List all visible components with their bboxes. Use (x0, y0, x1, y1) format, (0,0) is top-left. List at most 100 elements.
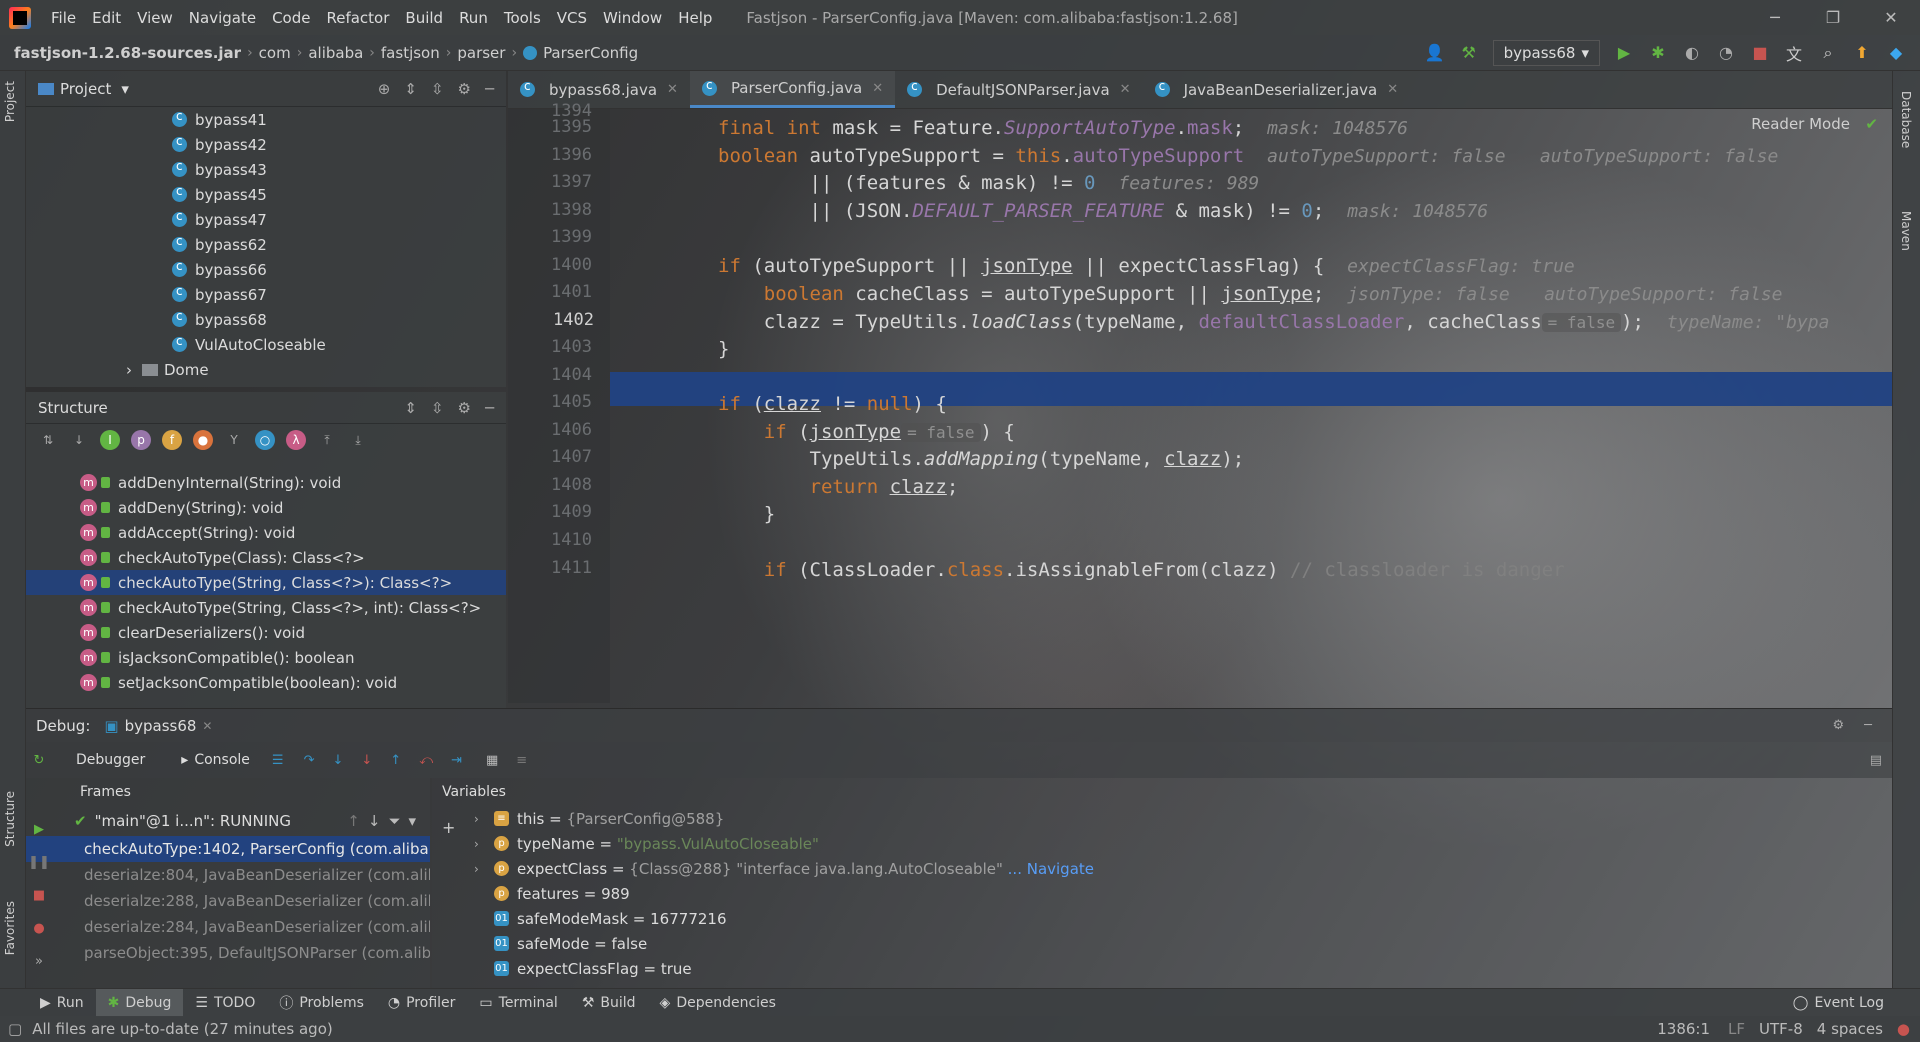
reader-mode-toggle[interactable]: Reader Mode (1751, 115, 1850, 133)
gear-icon[interactable]: ⚙ (458, 399, 471, 417)
tree-item[interactable]: bypass47 (172, 207, 506, 232)
show-execution-point-icon[interactable]: ☰ (272, 753, 284, 768)
file-encoding[interactable]: UTF-8 (1759, 1020, 1803, 1038)
tab-console[interactable]: ▸ Console (181, 752, 250, 768)
method-item[interactable]: m checkAutoType(Class): Class<?> (80, 545, 506, 570)
pause-icon[interactable]: ❚❚ (28, 855, 50, 870)
variable-row[interactable]: p features = 989 (432, 881, 1892, 906)
toolbox-icon[interactable]: ◆ (1886, 43, 1906, 62)
stop-icon[interactable]: ■ (1750, 43, 1770, 62)
method-item[interactable]: m addDenyInternal(String): void (80, 470, 506, 495)
profiler-tool-button[interactable]: ◔ Profiler (376, 989, 468, 1017)
menu-navigate[interactable]: Navigate (181, 9, 264, 27)
hide-icon[interactable]: ─ (485, 80, 494, 98)
debug-tool-button[interactable]: ✱ Debug (95, 988, 184, 1017)
menu-edit[interactable]: Edit (84, 9, 129, 27)
gear-icon[interactable]: ⚙ (458, 80, 471, 98)
tree-item[interactable]: bypass66 (172, 257, 506, 282)
layout-icon[interactable]: ▤ (1870, 753, 1882, 768)
force-step-into-icon[interactable]: ↓ (361, 753, 372, 768)
debug-session-tab[interactable]: ▣ bypass68 ✕ (104, 717, 212, 735)
hide-icon[interactable]: ─ (1864, 718, 1872, 733)
tab-debugger[interactable]: Debugger (76, 752, 145, 768)
profile-icon[interactable]: ◔ (1716, 43, 1736, 62)
rerun-icon[interactable]: ↻ (26, 753, 52, 768)
method-item[interactable]: m addAccept(String): void (80, 520, 506, 545)
frame-row-selected[interactable]: checkAutoType:1402, ParserConfig (com.al… (26, 836, 430, 862)
code-editor[interactable]: 1394 1395 1396 1397 1398 1399 1400 1401 … (508, 101, 1892, 703)
todo-tool-button[interactable]: ☰ TODO (183, 989, 267, 1017)
chevron-down-icon[interactable]: ▾ (408, 812, 416, 830)
show-non-public-icon[interactable]: ● (193, 430, 213, 450)
variable-row[interactable]: › p expectClass = {Class@288} "interface j… (432, 856, 1892, 881)
method-item[interactable]: m isJacksonCompatible(): boolean (80, 645, 506, 670)
tree-item[interactable]: bypass45 (172, 182, 506, 207)
build-hammer-icon[interactable]: ⚒ (1459, 43, 1479, 62)
chevron-down-icon[interactable]: ▾ (121, 80, 129, 98)
breadcrumb-class[interactable]: ParserConfig (517, 44, 644, 62)
tree-item[interactable]: VulAutoCloseable (172, 332, 506, 357)
variable-row[interactable]: 01 expectClassFlag = true (432, 956, 1892, 981)
chevron-right-icon[interactable]: › (474, 837, 488, 851)
tab-bypass68[interactable]: bypass68.java ✕ (508, 71, 690, 108)
menu-help[interactable]: Help (670, 9, 720, 27)
view-breakpoints-icon[interactable]: ● (33, 921, 44, 936)
tab-parserconfig[interactable]: ParserConfig.java ✕ (689, 71, 896, 108)
notification-icon[interactable]: ● (1897, 1020, 1910, 1038)
gear-icon[interactable]: ⚙ (1833, 718, 1845, 733)
problems-tool-button[interactable]: ⓘ Problems (267, 989, 376, 1017)
locate-icon[interactable]: ⊕ (378, 80, 391, 98)
menu-build[interactable]: Build (397, 9, 451, 27)
breadcrumb-fastjson[interactable]: fastjson (375, 44, 446, 62)
arrow-up-icon[interactable]: ↑ (347, 812, 360, 830)
method-item-selected[interactable]: m checkAutoType(String, Class<?>): Class<… (26, 570, 506, 595)
structure-tool-tab[interactable]: Structure (3, 791, 17, 847)
breadcrumb-alibaba[interactable]: alibaba (302, 44, 369, 62)
dependencies-tool-button[interactable]: ◈ Dependencies (648, 989, 788, 1017)
restore-icon[interactable]: ❐ (1804, 8, 1862, 27)
add-watch-icon[interactable]: + (442, 818, 455, 837)
frame-row[interactable]: deserialze:284, JavaBeanDeserializer (co… (26, 914, 430, 940)
filter-icon[interactable]: ⏷ (388, 812, 400, 830)
run-tool-button[interactable]: ▶ Run (28, 989, 96, 1017)
breadcrumb-jar[interactable]: fastjson-1.2.68-sources.jar (0, 44, 247, 62)
tree-item[interactable]: bypass68 (172, 307, 506, 332)
run-icon[interactable]: ▶ (1614, 43, 1634, 62)
tree-item[interactable]: bypass42 (172, 132, 506, 157)
show-inherited-icon[interactable]: I (100, 430, 120, 450)
step-into-icon[interactable]: ↓ (332, 753, 343, 768)
translate-icon[interactable]: 文 (1784, 41, 1804, 65)
sort-alpha-icon[interactable]: ↓ (69, 430, 89, 450)
method-item[interactable]: m setJacksonCompatible(boolean): void (80, 670, 506, 695)
build-tool-button[interactable]: ⚒ Build (570, 989, 648, 1017)
database-tool-tab[interactable]: Database (1899, 91, 1913, 148)
drop-frame-icon[interactable]: ⤺ (419, 753, 433, 768)
tree-folder[interactable]: › Dome (126, 357, 506, 382)
variable-row[interactable]: 01 safeMode = false (432, 931, 1892, 956)
menu-tools[interactable]: Tools (496, 9, 549, 27)
event-log-button[interactable]: ◯ Event Log (1781, 989, 1896, 1017)
navigate-link[interactable]: ... Navigate (1008, 860, 1094, 878)
tree-item[interactable]: bypass43 (172, 157, 506, 182)
run-to-cursor-icon[interactable]: ⇥ (451, 753, 462, 768)
menu-run[interactable]: Run (451, 9, 496, 27)
close-tab-icon[interactable]: ✕ (1387, 82, 1398, 97)
line-separator[interactable]: LF (1728, 1020, 1745, 1038)
minimize-icon[interactable]: ─ (1746, 8, 1804, 27)
menu-code[interactable]: Code (264, 9, 318, 27)
frame-row[interactable]: deserialze:804, JavaBeanDeserializer (co… (26, 862, 430, 888)
trace-icon[interactable]: ≡ (516, 753, 527, 768)
frame-row[interactable]: parseObject:395, DefaultJSONParser (com.… (26, 940, 430, 966)
maven-tool-tab[interactable]: Maven (1899, 211, 1913, 251)
project-tool-tab[interactable]: Project (3, 81, 17, 122)
collapse-all-icon[interactable]: ⇳ (431, 80, 444, 98)
search-icon[interactable]: ⌕ (1818, 43, 1838, 63)
thread-selector[interactable]: ✔ "main"@1 i...n": RUNNING ↑ ↓ ⏷ ▾ (26, 806, 430, 836)
expand-all-icon[interactable]: ⇕ (404, 399, 417, 417)
menu-refactor[interactable]: Refactor (318, 9, 397, 27)
more-icon[interactable]: » (35, 954, 43, 969)
stop-icon[interactable]: ■ (33, 888, 45, 903)
tab-defaultjsonparser[interactable]: DefaultJSONParser.java ✕ (895, 71, 1142, 108)
menu-view[interactable]: View (129, 9, 181, 27)
breadcrumb-com[interactable]: com (253, 44, 297, 62)
